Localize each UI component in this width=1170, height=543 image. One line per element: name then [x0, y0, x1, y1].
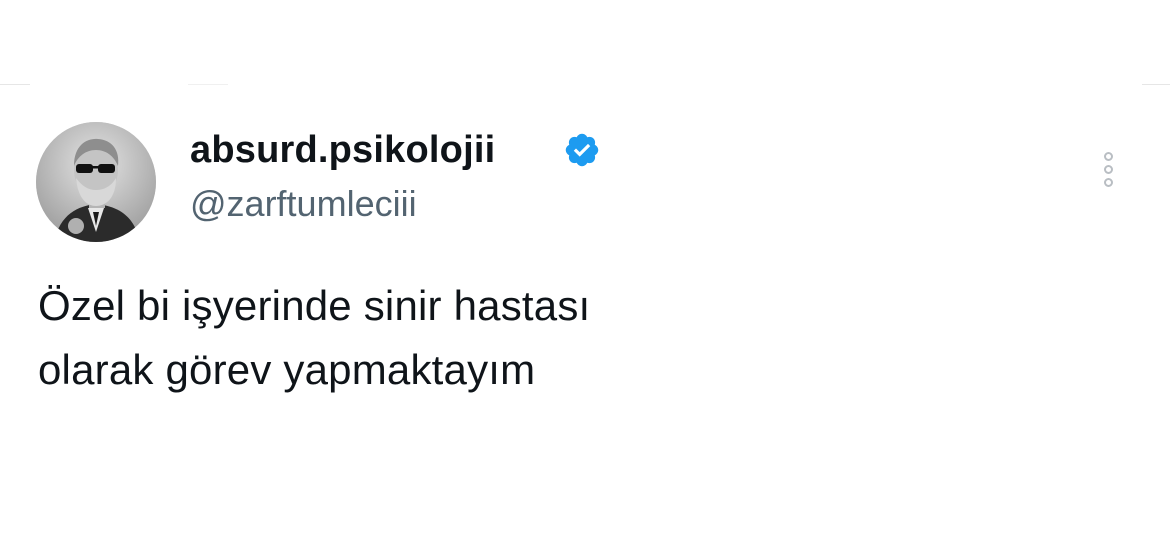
- tweet-text-line: Özel bi işyerinde sinir hastası: [38, 282, 591, 329]
- top-divider-mid: [188, 84, 228, 85]
- author-display-name[interactable]: absurd.psikolojii: [190, 126, 495, 174]
- more-options-button[interactable]: [1098, 148, 1122, 192]
- more-options-icon-dot: [1104, 178, 1113, 187]
- author-avatar[interactable]: [36, 122, 156, 242]
- more-options-icon-dot: [1104, 165, 1113, 174]
- more-options-icon: [1104, 152, 1113, 161]
- tweet-text-line: olarak görev yapmaktayım: [38, 346, 536, 393]
- tweet-text: Özel bi işyerinde sinir hastası olarak g…: [38, 274, 938, 402]
- author-handle[interactable]: @zarftumleciii: [190, 182, 417, 226]
- verified-badge-icon: [565, 133, 599, 167]
- top-divider-left: [0, 84, 30, 85]
- top-divider-right: [1142, 84, 1170, 85]
- avatar-portrait-image: [36, 122, 156, 242]
